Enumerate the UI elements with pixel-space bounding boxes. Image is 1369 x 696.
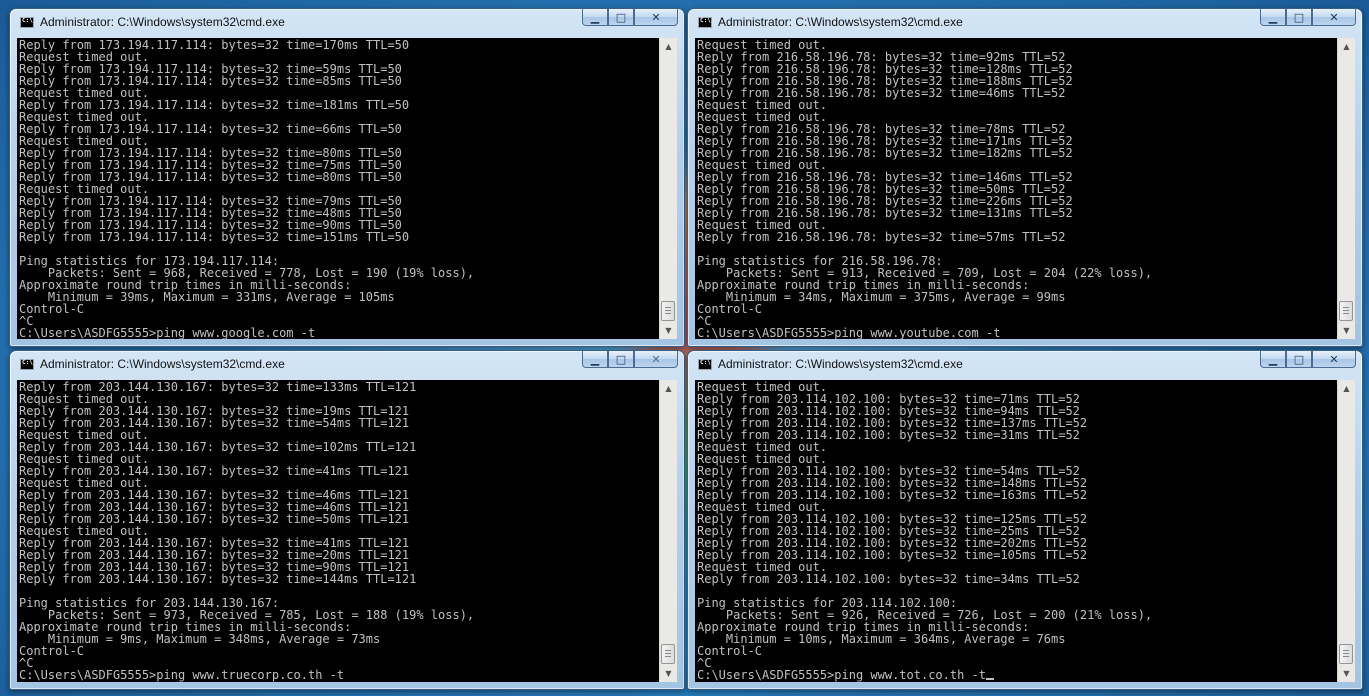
console-line: Control-C xyxy=(19,302,85,316)
close-button[interactable]: ✕ xyxy=(634,9,678,26)
scroll-down-arrow-icon[interactable]: ▼ xyxy=(660,322,677,339)
vertical-scrollbar[interactable]: ▲ ▼ xyxy=(659,38,677,339)
console-output: Reply from 203.144.130.167: bytes=32 tim… xyxy=(19,381,657,681)
console-line: C:\Users\ASDFG5555>ping www.google.com -… xyxy=(19,326,316,339)
title-bar[interactable]: Administrator: C:\Windows\system32\cmd.e… xyxy=(688,351,1362,379)
console-line: Reply from 203.114.102.100: bytes=32 tim… xyxy=(697,572,1080,586)
console-output: Request timed out. Reply from 216.58.196.… xyxy=(697,39,1335,339)
console-line: Control-C xyxy=(697,302,763,316)
scroll-thumb[interactable] xyxy=(661,301,675,321)
console-line: Minimum = 10ms, Maximum = 364ms, Average… xyxy=(697,632,1066,646)
maximize-button[interactable]: □ xyxy=(608,351,634,368)
console-line: Reply from 216.58.196.78: bytes=32 time=… xyxy=(697,230,1066,244)
cmd-icon[interactable] xyxy=(20,17,34,28)
cmd-window-tot[interactable]: Administrator: C:\Windows\system32\cmd.e… xyxy=(687,350,1363,690)
console-area[interactable]: Request timed out. Reply from 203.114.102… xyxy=(695,380,1355,682)
console-area[interactable]: Reply from 173.194.117.114: bytes=32 tim… xyxy=(17,38,677,339)
scroll-up-arrow-icon[interactable]: ▲ xyxy=(1338,380,1355,397)
minimize-button[interactable]: ▁ xyxy=(1260,9,1286,26)
console-line: Minimum = 39ms, Maximum = 331ms, Average… xyxy=(19,290,395,304)
scroll-thumb[interactable] xyxy=(1339,644,1353,664)
window-title: Administrator: C:\Windows\system32\cmd.e… xyxy=(718,357,963,371)
scroll-down-arrow-icon[interactable]: ▼ xyxy=(1338,322,1355,339)
scroll-up-arrow-icon[interactable]: ▲ xyxy=(660,38,677,55)
console-line: C:\Users\ASDFG5555>ping www.tot.co.th -t xyxy=(697,669,1335,681)
minimize-button[interactable]: ▁ xyxy=(582,351,608,368)
window-controls: ▁ □ ✕ xyxy=(582,9,678,28)
scroll-up-arrow-icon[interactable]: ▲ xyxy=(1338,38,1355,55)
console-line: C:\Users\ASDFG5555>ping www.truecorp.co.… xyxy=(19,668,345,682)
console-line: Reply from 173.194.117.114: bytes=32 tim… xyxy=(19,230,410,244)
close-button[interactable]: ✕ xyxy=(1312,351,1356,368)
console-output: Reply from 173.194.117.114: bytes=32 tim… xyxy=(19,39,657,339)
cmd-window-youtube[interactable]: Administrator: C:\Windows\system32\cmd.e… xyxy=(687,8,1363,347)
console-area[interactable]: Reply from 203.144.130.167: bytes=32 tim… xyxy=(17,380,677,682)
maximize-button[interactable]: □ xyxy=(1286,9,1312,26)
title-bar[interactable]: Administrator: C:\Windows\system32\cmd.e… xyxy=(10,351,684,379)
cmd-icon[interactable] xyxy=(20,359,34,370)
text-cursor xyxy=(985,678,994,680)
console-line: Control-C xyxy=(697,644,763,658)
maximize-button[interactable]: □ xyxy=(608,9,634,26)
scroll-thumb[interactable] xyxy=(661,644,675,664)
scroll-down-arrow-icon[interactable]: ▼ xyxy=(1338,665,1355,682)
cmd-icon[interactable] xyxy=(698,17,712,28)
window-controls: ▁ □ ✕ xyxy=(1260,351,1356,370)
cmd-window-truecorp[interactable]: Administrator: C:\Windows\system32\cmd.e… xyxy=(9,350,685,690)
scroll-thumb[interactable] xyxy=(1339,301,1353,321)
scroll-up-arrow-icon[interactable]: ▲ xyxy=(660,380,677,397)
title-bar[interactable]: Administrator: C:\Windows\system32\cmd.e… xyxy=(10,9,684,37)
minimize-button[interactable]: ▁ xyxy=(582,9,608,26)
console-line: Reply from 203.144.130.167: bytes=32 tim… xyxy=(19,572,417,586)
window-title: Administrator: C:\Windows\system32\cmd.e… xyxy=(40,357,285,371)
console-output: Request timed out. Reply from 203.114.102… xyxy=(697,381,1335,681)
vertical-scrollbar[interactable]: ▲ ▼ xyxy=(659,380,677,682)
title-bar[interactable]: Administrator: C:\Windows\system32\cmd.e… xyxy=(688,9,1362,37)
console-area[interactable]: Request timed out. Reply from 216.58.196.… xyxy=(695,38,1355,339)
window-title: Administrator: C:\Windows\system32\cmd.e… xyxy=(40,15,285,29)
console-line: Control-C xyxy=(19,644,85,658)
window-title: Administrator: C:\Windows\system32\cmd.e… xyxy=(718,15,963,29)
maximize-button[interactable]: □ xyxy=(1286,351,1312,368)
console-line: C:\Users\ASDFG5555>ping www.youtube.com … xyxy=(697,326,1001,339)
cmd-window-google[interactable]: Administrator: C:\Windows\system32\cmd.e… xyxy=(9,8,685,347)
minimize-button[interactable]: ▁ xyxy=(1260,351,1286,368)
scroll-down-arrow-icon[interactable]: ▼ xyxy=(660,665,677,682)
vertical-scrollbar[interactable]: ▲ ▼ xyxy=(1337,38,1355,339)
window-controls: ▁ □ ✕ xyxy=(582,351,678,370)
close-button[interactable]: ✕ xyxy=(634,351,678,368)
cmd-icon[interactable] xyxy=(698,359,712,370)
window-controls: ▁ □ ✕ xyxy=(1260,9,1356,28)
vertical-scrollbar[interactable]: ▲ ▼ xyxy=(1337,380,1355,682)
console-line: Minimum = 34ms, Maximum = 375ms, Average… xyxy=(697,290,1066,304)
close-button[interactable]: ✕ xyxy=(1312,9,1356,26)
console-line: Minimum = 9ms, Maximum = 348ms, Average … xyxy=(19,632,381,646)
